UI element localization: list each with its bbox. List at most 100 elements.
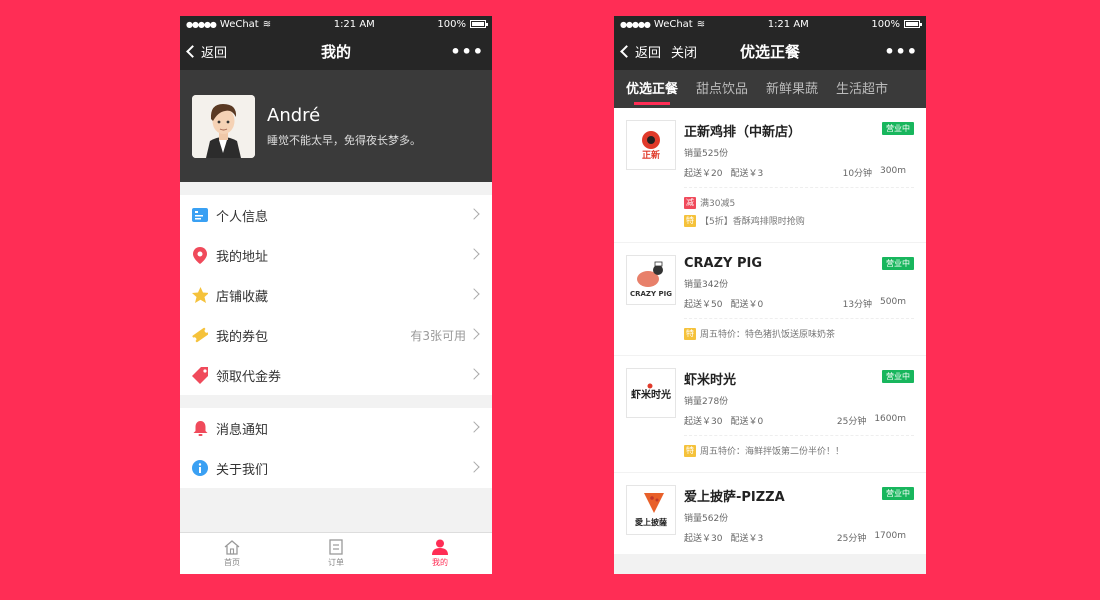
menu-item-about[interactable]: 关于我们 [180,448,492,488]
special-badge: 特 [684,214,696,227]
status-badge: 营业中 [882,487,914,500]
chevron-right-icon [468,208,480,220]
avatar[interactable] [192,94,255,158]
chevron-right-icon [468,368,480,380]
delivery-time: 25分钟 [836,417,867,427]
bottom-tab-bar: 首页 订单 我的 [180,532,492,574]
shop-logo-text: 正新 [642,149,660,161]
shop-logo: CRAZY PIG [626,255,676,305]
menu-label: 关于我们 [216,462,269,478]
category-tabs: 优选正餐 甜点饮品 新鲜果蔬 生活超市 [614,70,926,108]
shop-card[interactable]: 虾米时光 虾米时光 销量278份 起送￥30 配送￥0 25分钟 1600m 特… [614,356,926,472]
shop-name: CRAZY PIG [684,256,763,271]
ticket-icon [192,327,208,343]
back-button[interactable]: 返回 [620,42,661,61]
info-icon [192,460,208,476]
order-list-icon [329,539,343,555]
nav-bar: 返回 关闭 优选正餐 ••• [614,32,926,70]
promo-text: 周五特价：海鲜拌饭第二份半价！！ [700,447,845,457]
restaurant-list-screen: ●●●●● WeChat ≋ 1:21 AM 100% 返回 关闭 优选正餐 •••… [614,16,926,574]
avatar-illustration [192,94,255,158]
location-pin-icon [192,246,208,264]
shop-logo: 正新 [626,120,676,170]
menu-item-notifications[interactable]: 消息通知 [180,408,492,448]
menu-label: 店铺收藏 [216,289,269,305]
battery-label: 100% [437,18,466,30]
battery-icon [469,20,488,28]
promo-text: 周五特价：特色猪扒饭送原味奶茶 [700,330,836,340]
carrier-label: WeChat [219,18,259,30]
signal-icon: ●●●●● [186,19,217,29]
battery-icon [903,20,922,28]
shop-logo: 愛上披薩 [626,485,676,535]
menu-group-misc: 消息通知 关于我们 [180,408,492,488]
promo-text: 【5折】香酥鸡排限时抢购 [700,217,805,227]
back-button[interactable]: 返回 [186,42,227,61]
home-icon [224,539,240,555]
bell-icon [192,420,208,436]
menu-label: 我的券包 [216,329,269,345]
delivery-time: 25分钟 [836,534,867,544]
profile-screen: ●●●●● WeChat ≋ 1:21 AM 100% 返回 我的 ••• Andr… [180,16,492,574]
shop-logo-text: CRAZY PIG [630,290,672,298]
tab-category-meals[interactable]: 优选正餐 [620,78,684,105]
min-order: 起送￥20 [684,169,723,179]
close-button[interactable]: 关闭 [671,42,697,61]
tab-label: 订单 [328,558,344,567]
status-badge: 营业中 [882,370,914,383]
chevron-right-icon [468,421,480,433]
tab-mine[interactable]: 我的 [388,533,492,574]
shop-name: 正新鸡排（中新店） [684,125,802,140]
menu-item-coupons[interactable]: 我的券包 有3张可用 [180,315,492,355]
promo-list: 特周五特价：特色猪扒饭送原味奶茶 [684,318,914,340]
delivery-time: 13分钟 [842,300,873,310]
more-button[interactable]: ••• [450,42,484,61]
profile-header: André 睡觉不能太早，免得夜长梦多。 [180,70,492,182]
tab-label: 我的 [432,558,448,567]
shop-name: 虾米时光 [684,373,737,388]
more-button[interactable]: ••• [884,42,918,61]
wifi-icon: ≋ [262,18,272,30]
tab-category-desserts[interactable]: 甜点饮品 [690,78,754,101]
status-bar: ●●●●● WeChat ≋ 1:21 AM 100% [614,16,926,32]
shop-sales: 销量562份 [684,514,729,524]
menu-item-address[interactable]: 我的地址 [180,235,492,275]
promo-item: 减满30减5 [684,196,914,209]
menu-label: 我的地址 [216,249,269,265]
promo-item: 特周五特价：特色猪扒饭送原味奶茶 [684,327,914,340]
promo-list: 特周五特价：海鲜拌饭第二份半价！！ [684,435,914,457]
tab-home[interactable]: 首页 [180,533,284,574]
menu-item-claim-voucher[interactable]: 领取代金券 [180,355,492,395]
delivery-fee: 配送￥0 [730,417,764,427]
shop-logo-graphic: CRAZY PIG [630,261,672,298]
signal-icon: ●●●●● [620,19,651,29]
tab-orders[interactable]: 订单 [284,533,388,574]
distance: 500m [880,297,906,307]
shop-card[interactable]: 愛上披薩 爱上披萨-PIZZA 销量562份 起送￥30 配送￥3 25分钟 1… [614,473,926,554]
shop-logo-graphic: 愛上披薩 [635,493,667,527]
delivery-fee: 配送￥3 [730,534,764,544]
tab-category-supermarket[interactable]: 生活超市 [830,78,894,101]
shop-logo: 虾米时光 [626,368,676,418]
menu-item-profile-info[interactable]: 个人信息 [180,195,492,235]
promo-item: 特周五特价：海鲜拌饭第二份半价！！ [684,444,914,457]
promo-item: 特【5折】香酥鸡排限时抢购 [684,214,914,227]
shop-sales: 销量278份 [684,397,729,407]
tab-category-fruits[interactable]: 新鲜果蔬 [760,78,824,101]
menu-label: 个人信息 [216,209,269,225]
menu-item-favorites[interactable]: 店铺收藏 [180,275,492,315]
delivery-fee: 配送￥0 [730,300,764,310]
chevron-right-icon [468,248,480,260]
shop-sales: 销量525份 [684,149,729,159]
distance: 1700m [874,531,906,541]
shop-card[interactable]: 正新 正新鸡排（中新店） 销量525份 起送￥20 配送￥3 10分钟 300m… [614,108,926,242]
profile-motto: 睡觉不能太早，免得夜长梦多。 [267,133,421,147]
shop-card[interactable]: CRAZY PIG CRAZY PIG 销量342份 起送￥50 配送￥0 13… [614,243,926,355]
min-order: 起送￥50 [684,300,723,310]
user-icon [432,539,448,555]
distance: 1600m [874,414,906,424]
status-time: 1:21 AM [767,18,809,30]
chevron-right-icon [468,288,480,300]
promo-text: 满30减5 [700,199,736,209]
status-bar: ●●●●● WeChat ≋ 1:21 AM 100% [180,16,492,32]
